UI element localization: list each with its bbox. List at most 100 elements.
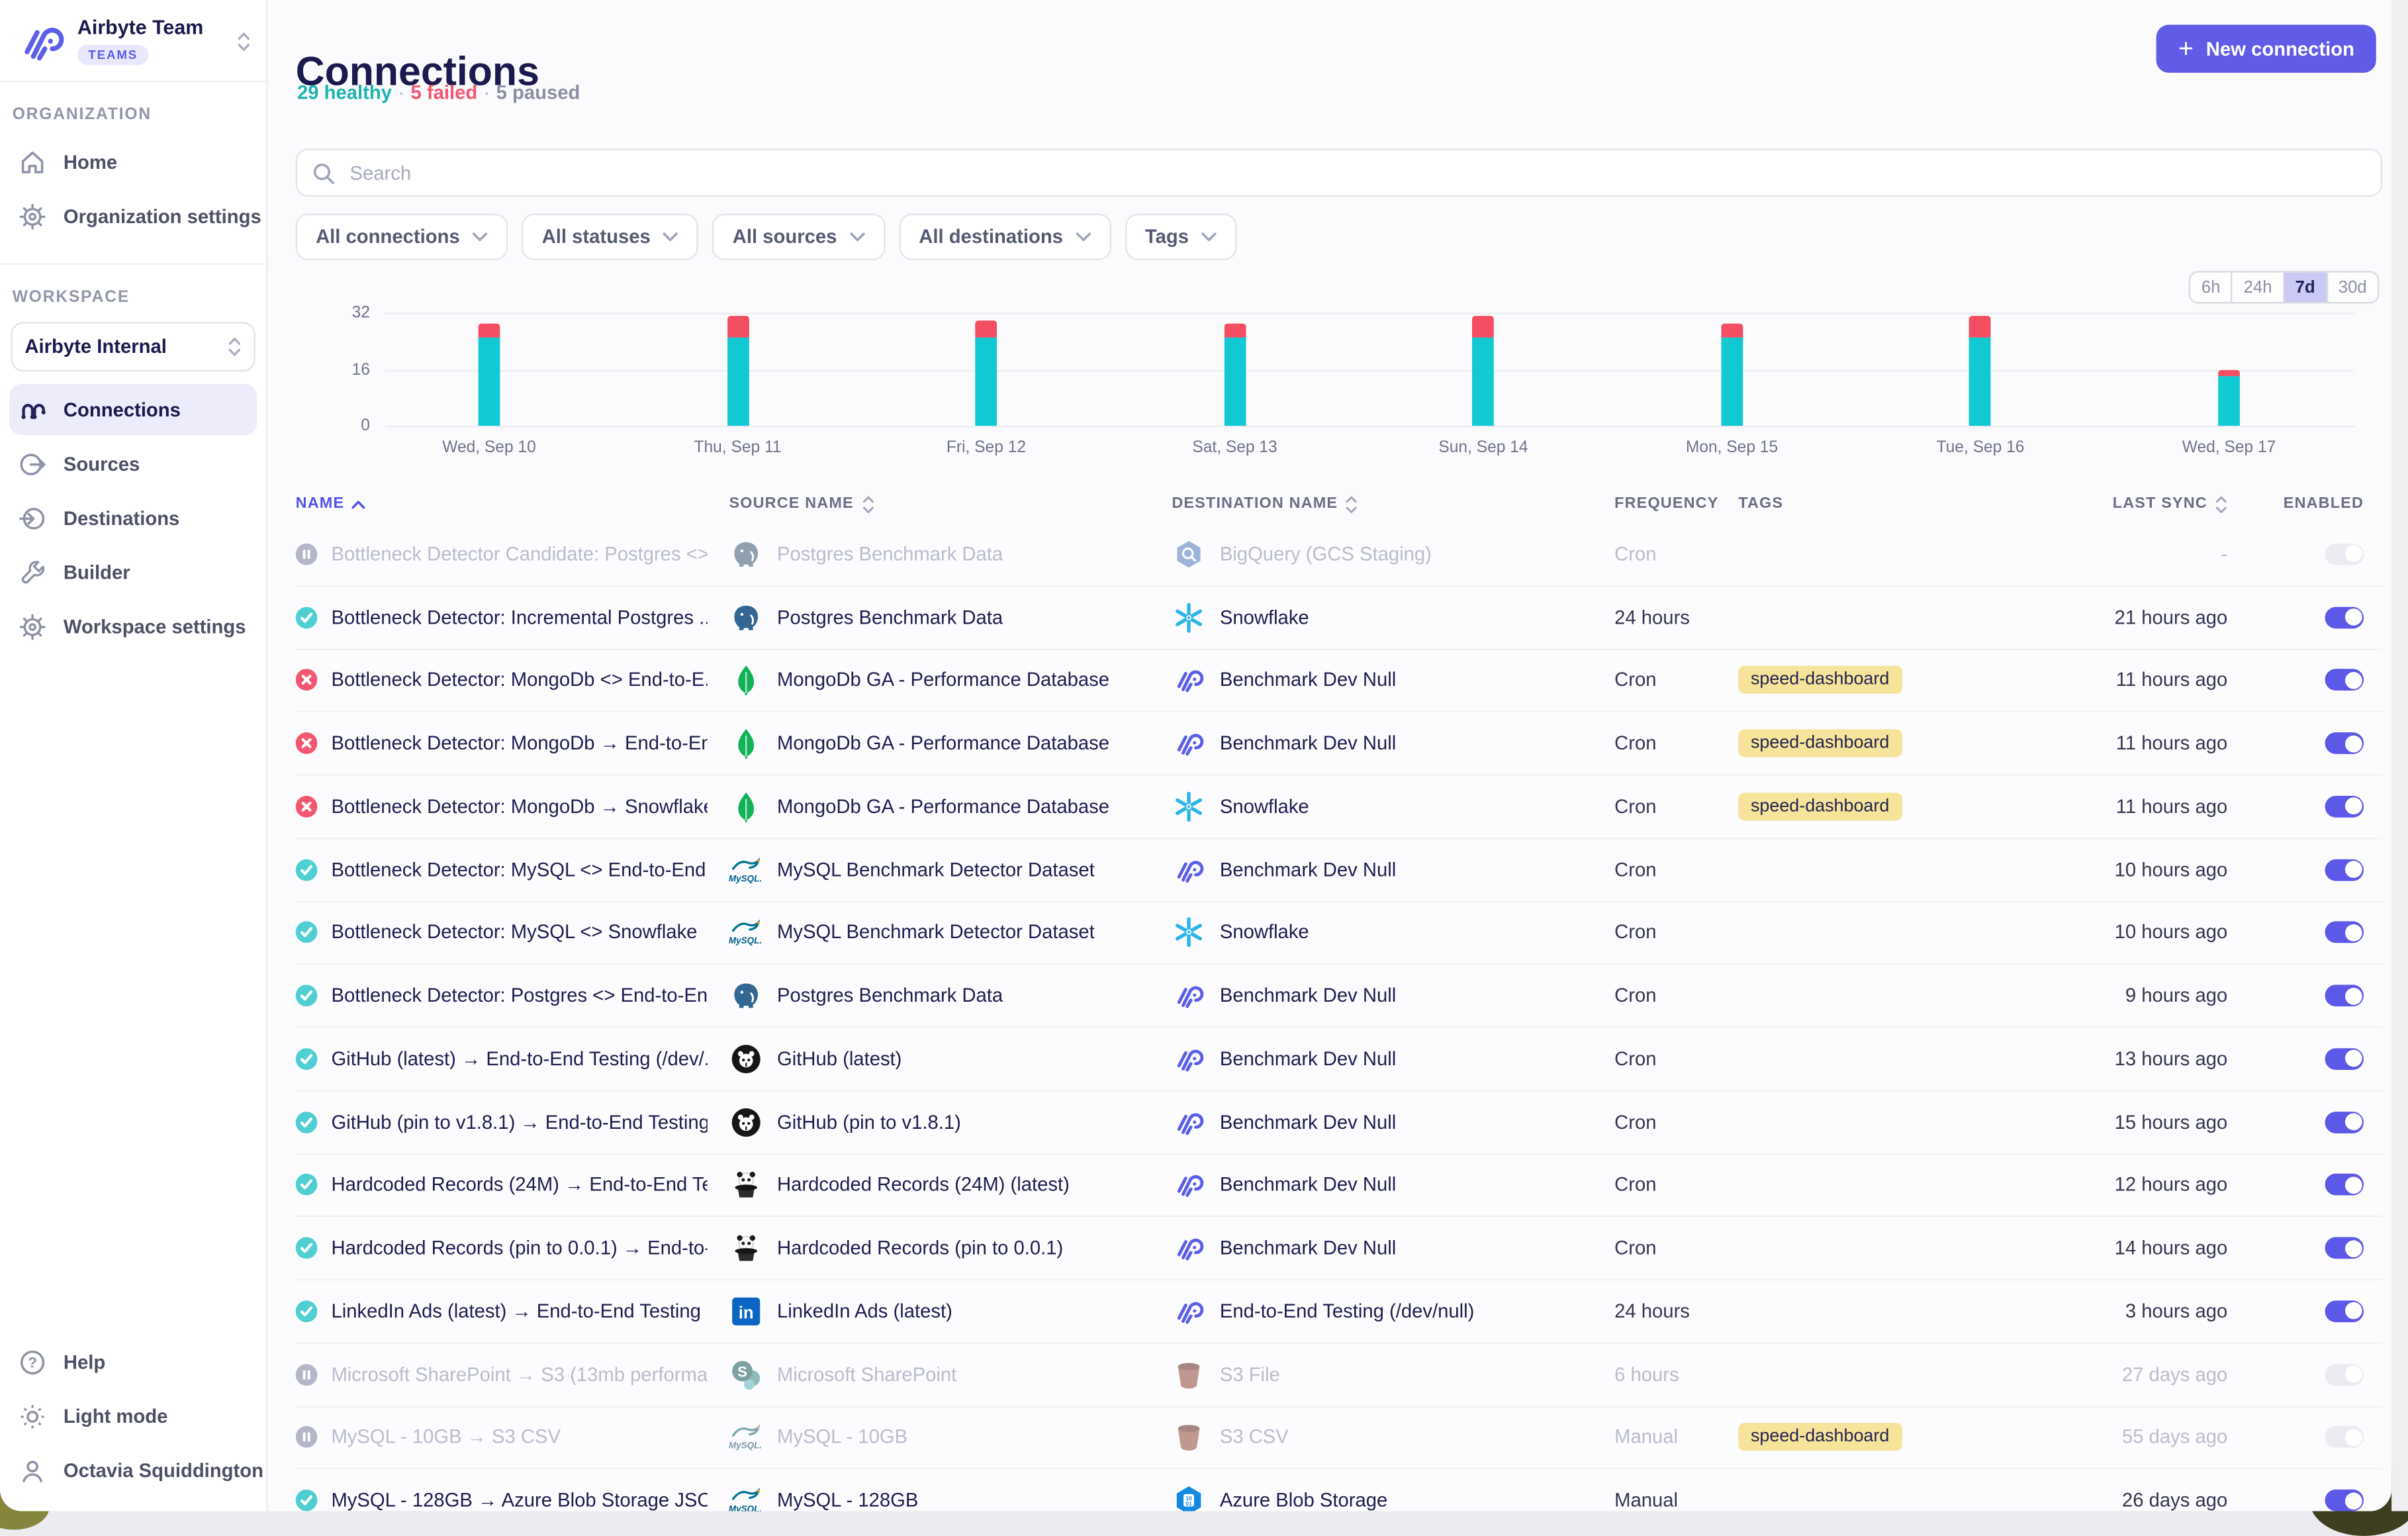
page-scroll-track[interactable]: [2391, 0, 2408, 1511]
status-healthy-icon: [296, 1300, 318, 1322]
healthy-segment: [1473, 338, 1495, 426]
workspace-selector[interactable]: Airbyte Internal: [11, 322, 255, 371]
range-option-30d[interactable]: 30d: [2326, 273, 2378, 302]
src-name: Hardcoded Records (24M) (latest): [777, 1175, 1070, 1196]
airbyte-icon: [1172, 1106, 1204, 1138]
chevron-down-icon: [1201, 232, 1217, 242]
sidebar-item-workspace-settings[interactable]: Workspace settings: [9, 600, 257, 651]
enabled-toggle[interactable]: [2325, 1175, 2364, 1196]
sidebar-footer-help[interactable]: ?Help: [9, 1336, 257, 1387]
sidebar-item-connections[interactable]: Connections: [9, 384, 257, 435]
snowflake-icon: [1172, 791, 1204, 823]
connections-table: Bottleneck Detector Candidate: Postgres …: [296, 523, 2382, 1511]
enabled-toggle[interactable]: [2325, 606, 2364, 628]
table-row[interactable]: Microsoft SharePoint → S3 (13mb performa…: [296, 1343, 2382, 1406]
table-row[interactable]: GitHub (latest) → End-to-End Testing (/d…: [296, 1028, 2382, 1091]
table-row[interactable]: Bottleneck Detector: MongoDb → Snowflake…: [296, 776, 2382, 839]
dest-name: Benchmark Dev Null: [1220, 669, 1396, 691]
sidebar-item-builder[interactable]: Builder: [9, 547, 257, 598]
enabled-toggle[interactable]: [2325, 922, 2364, 943]
search-input[interactable]: [347, 160, 2367, 185]
table-row[interactable]: GitHub (pin to v1.8.1) → End-to-End Test…: [296, 1091, 2382, 1154]
table-row[interactable]: MySQL - 128GB → Azure Blob Storage JSOn …: [296, 1470, 2382, 1512]
enabled-toggle[interactable]: [2325, 1300, 2364, 1322]
range-option-6h[interactable]: 6h: [2191, 273, 2231, 302]
airbyte-icon: [1172, 979, 1204, 1012]
enabled-toggle[interactable]: [2325, 1490, 2364, 1511]
table-row[interactable]: Hardcoded Records (pin to 0.0.1) → End-t…: [296, 1218, 2382, 1280]
gear-icon: [19, 202, 46, 230]
chart-bar-sun-sep-14: [1473, 316, 1495, 426]
table-row[interactable]: Bottleneck Detector: Incremental Postgre…: [296, 587, 2382, 649]
chevron-down-icon: [663, 232, 678, 242]
dest-name: BigQuery (GCS Staging): [1220, 544, 1432, 565]
connection-name: Bottleneck Detector: Incremental Postgre…: [331, 606, 707, 628]
column-header-last-sync[interactable]: LAST SYNC: [2066, 495, 2231, 513]
src-name: MongoDb GA - Performance Database: [777, 669, 1109, 691]
enabled-toggle[interactable]: [2325, 985, 2364, 1007]
range-option-24h[interactable]: 24h: [2231, 273, 2283, 302]
status-healthy-icon: [296, 1490, 318, 1511]
sidebar-item-home[interactable]: Home: [9, 136, 257, 187]
table-row[interactable]: Bottleneck Detector: MySQL <> End-to-End…: [296, 839, 2382, 902]
enabled-toggle[interactable]: [2325, 859, 2364, 881]
filter-all-destinations[interactable]: All destinations: [899, 214, 1111, 260]
gear-icon: [19, 612, 46, 640]
enabled-toggle[interactable]: [2325, 669, 2364, 691]
frequency-value: Cron: [1614, 1237, 1656, 1259]
svg-text:01: 01: [1185, 1500, 1191, 1507]
org-switcher[interactable]: Airbyte Team TEAMS: [0, 0, 266, 82]
new-connection-button[interactable]: + New connection: [2156, 24, 2376, 72]
enabled-toggle[interactable]: [2325, 1111, 2364, 1133]
filter-all-connections[interactable]: All connections: [296, 214, 508, 260]
enabled-toggle[interactable]: [2325, 544, 2364, 565]
chevron-down-icon: [849, 232, 864, 242]
filter-all-statuses[interactable]: All statuses: [522, 214, 698, 260]
sidebar-footer-light-mode[interactable]: Light mode: [9, 1390, 257, 1441]
chart-bar-thu-sep-11: [727, 316, 749, 426]
table-row[interactable]: MySQL - 10GB → S3 CSVMySQL.MySQL - 10GBS…: [296, 1407, 2382, 1470]
main-content: Connections 29 healthy·5 failed·5 paused…: [268, 0, 2392, 1511]
table-row[interactable]: Hardcoded Records (24M) → End-to-End Te.…: [296, 1154, 2382, 1217]
table-row[interactable]: Bottleneck Detector: MySQL <> SnowflakeM…: [296, 902, 2382, 965]
frequency-value: Cron: [1614, 859, 1656, 881]
enabled-toggle[interactable]: [2325, 1363, 2364, 1385]
sidebar-footer-octavia-squiddington[interactable]: Octavia Squiddington: [9, 1445, 257, 1496]
sidebar-item-sources[interactable]: Sources: [9, 438, 257, 489]
snowflake-icon: [1172, 916, 1204, 949]
column-header-name[interactable]: NAME: [296, 495, 729, 512]
enabled-toggle[interactable]: [2325, 1427, 2364, 1449]
enabled-toggle[interactable]: [2325, 1237, 2364, 1259]
dest-name: Benchmark Dev Null: [1220, 985, 1396, 1007]
tag-chip: speed-dashboard: [1738, 1423, 1902, 1451]
src-name: Postgres Benchmark Data: [777, 606, 1003, 628]
failed-segment: [1224, 323, 1246, 337]
postgres-icon: [729, 979, 761, 1012]
last-sync-value: 11 hours ago: [2116, 732, 2227, 754]
dest-name: Benchmark Dev Null: [1220, 732, 1396, 754]
table-row[interactable]: Bottleneck Detector: Postgres <> End-to-…: [296, 965, 2382, 1028]
filter-all-sources[interactable]: All sources: [712, 214, 884, 260]
filter-tags[interactable]: Tags: [1125, 214, 1237, 260]
range-option-7d[interactable]: 7d: [2283, 273, 2326, 302]
enabled-toggle[interactable]: [2325, 796, 2364, 818]
table-row[interactable]: Bottleneck Detector: MongoDb → End-to-En…: [296, 712, 2382, 775]
column-header-destination-name[interactable]: DESTINATION NAME: [1172, 495, 1614, 513]
airbyte-icon: [1172, 1295, 1204, 1327]
sidebar-item-destinations[interactable]: Destinations: [9, 493, 257, 544]
mysql-icon: MySQL.: [729, 916, 761, 949]
enabled-toggle[interactable]: [2325, 732, 2364, 754]
column-header-source-name[interactable]: SOURCE NAME: [729, 495, 1172, 513]
table-row[interactable]: LinkedIn Ads (latest) → End-to-End Testi…: [296, 1280, 2382, 1343]
svg-text:in: in: [738, 1304, 753, 1322]
connection-name: Bottleneck Detector: MongoDb → End-to-En…: [331, 732, 707, 754]
frequency-value: 24 hours: [1614, 1300, 1690, 1322]
table-row[interactable]: Bottleneck Detector: MongoDb <> End-to-E…: [296, 649, 2382, 712]
healthy-segment: [976, 338, 997, 426]
destination-icon: [19, 504, 46, 532]
sidebar-item-organization-settings[interactable]: Organization settings: [9, 191, 257, 242]
enabled-toggle[interactable]: [2325, 1048, 2364, 1070]
github-icon: [729, 1106, 761, 1138]
section-label-organization: ORGANIZATION: [13, 105, 267, 124]
table-row[interactable]: Bottleneck Detector Candidate: Postgres …: [296, 523, 2382, 586]
